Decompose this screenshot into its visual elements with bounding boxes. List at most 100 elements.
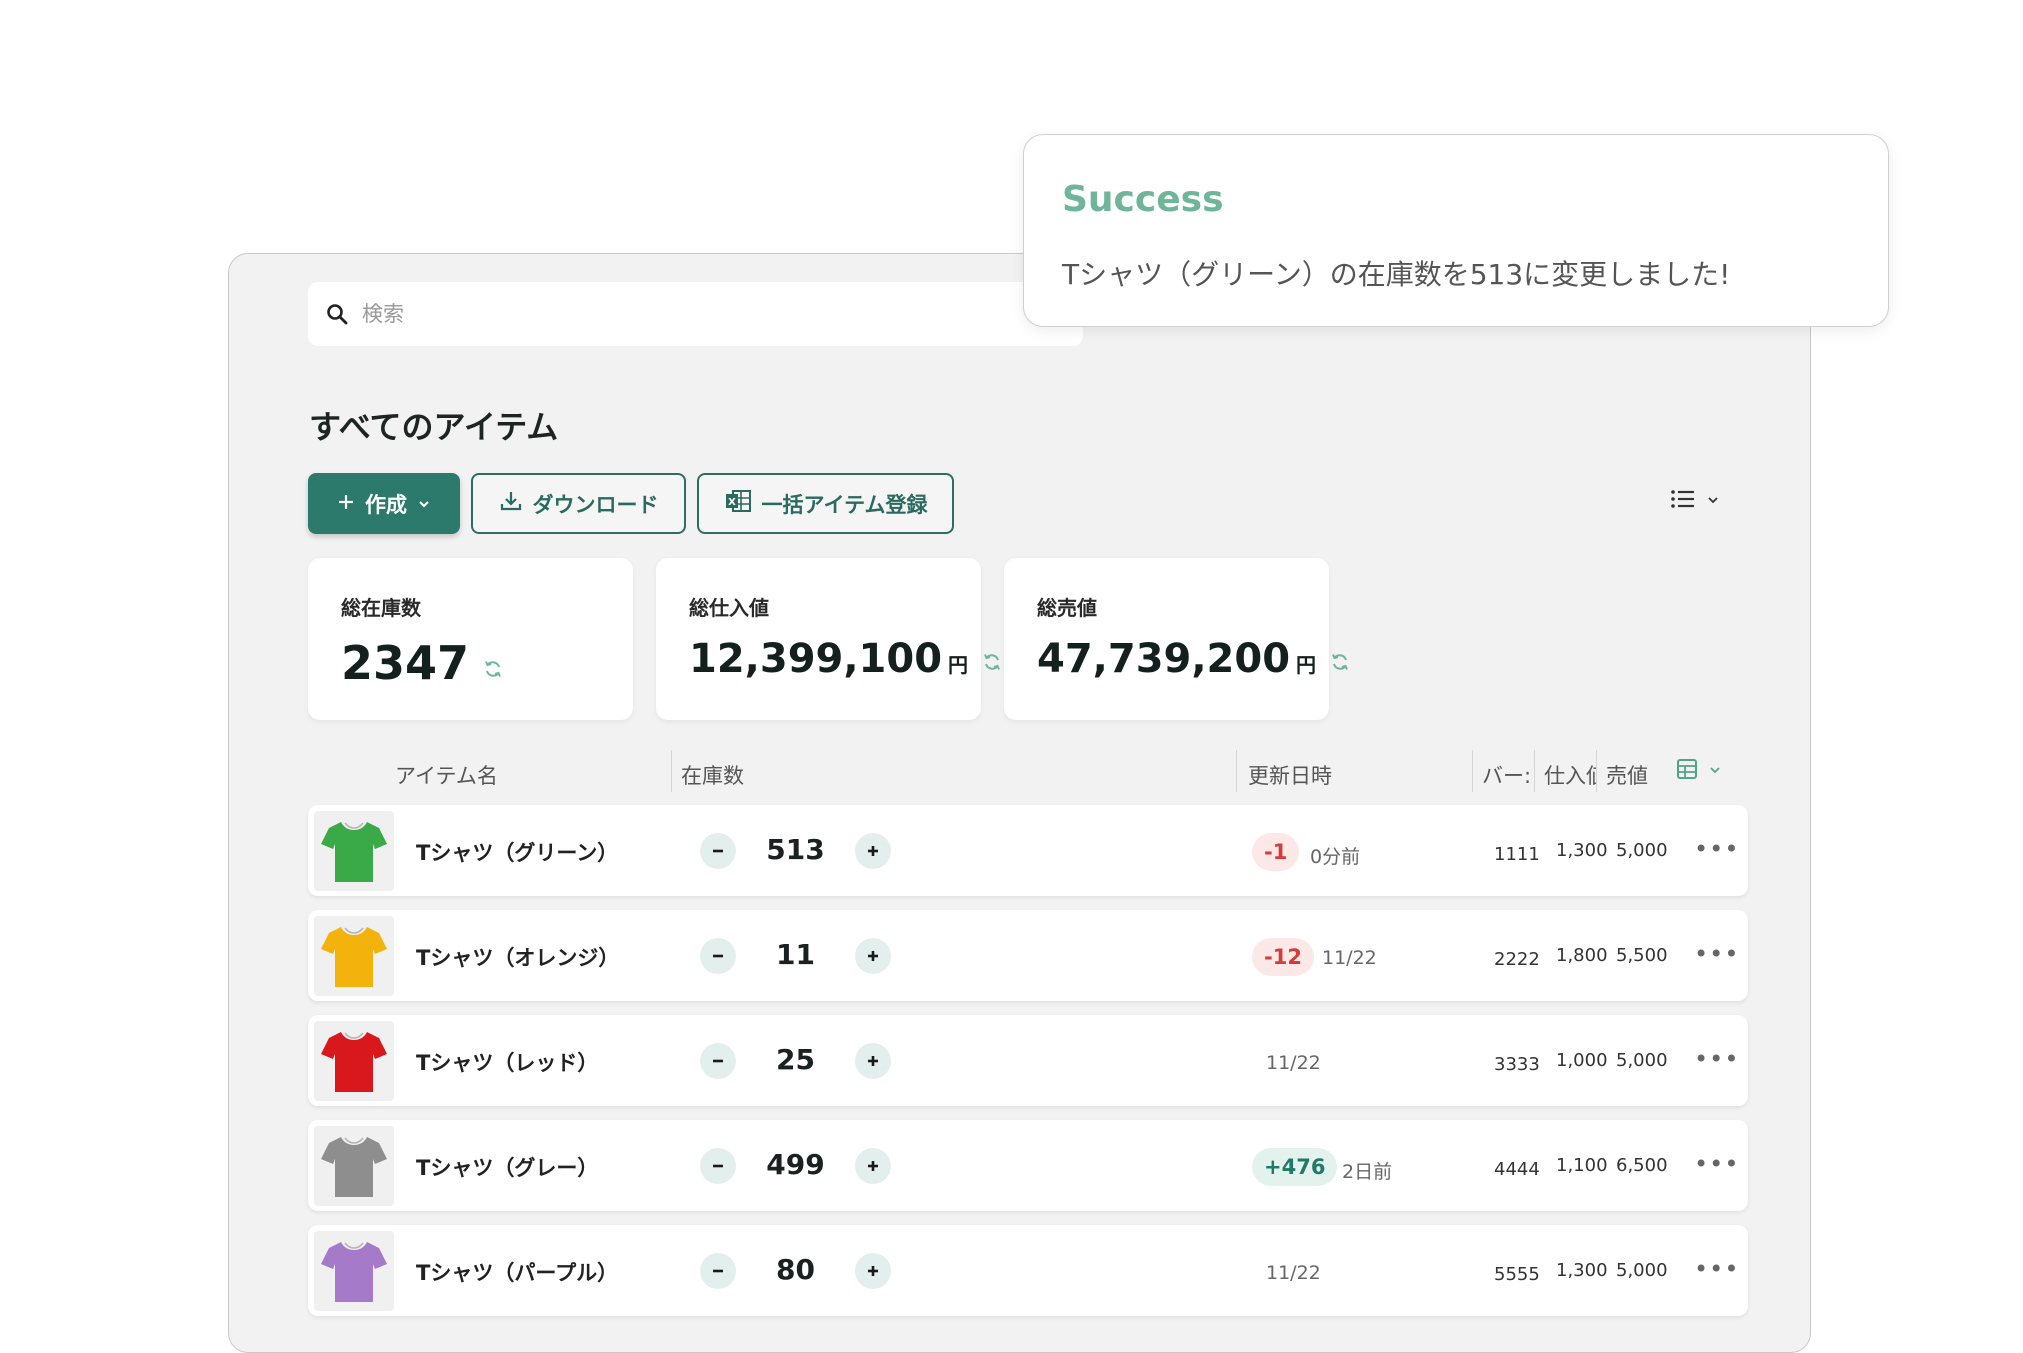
column-header-cost[interactable]: 仕入値 — [1544, 760, 1596, 790]
stock-change-badge: -1 — [1252, 833, 1300, 871]
bulk-register-label: 一括アイテム登録 — [761, 492, 928, 517]
increment-button[interactable] — [855, 1253, 891, 1289]
plus-icon — [868, 846, 878, 856]
item-image[interactable] — [314, 1231, 394, 1311]
updated-time: 0分前 — [1310, 846, 1361, 868]
table-row[interactable]: Tシャツ（オレンジ） 11 -12 11/22 2222 1,800 5,500 ••• — [308, 910, 1748, 1001]
stock-change-badge: -12 — [1252, 938, 1314, 976]
stock-quantity[interactable]: 499 — [738, 1148, 853, 1181]
item-name[interactable]: Tシャツ（レッド） — [416, 1047, 598, 1077]
summary-card-price: 総売値 47,739,200 円 — [1004, 558, 1348, 720]
item-image[interactable] — [314, 811, 394, 891]
item-name[interactable]: Tシャツ（オレンジ） — [416, 942, 619, 972]
column-divider — [1472, 750, 1473, 792]
cost-value: 1,300 — [1556, 1260, 1608, 1281]
price-value: 5,000 — [1616, 1260, 1668, 1281]
summary-label: 総在庫数 — [341, 596, 421, 620]
column-header-updated[interactable]: 更新日時 — [1248, 760, 1332, 790]
barcode-value: 5555 — [1494, 1264, 1540, 1285]
price-value: 5,000 — [1616, 1050, 1668, 1071]
stock-quantity[interactable]: 25 — [738, 1043, 853, 1076]
tshirt-icon — [321, 1242, 387, 1302]
more-icon[interactable]: ••• — [1694, 940, 1739, 968]
plus-icon — [337, 492, 355, 516]
summary-label: 総売値 — [1037, 596, 1097, 620]
summary-unit: 円 — [1296, 653, 1317, 677]
chevron-down-icon — [1708, 762, 1722, 781]
download-label: ダウンロード — [532, 492, 659, 517]
view-toggle[interactable] — [1670, 488, 1720, 514]
decrement-button[interactable] — [700, 833, 736, 869]
more-icon[interactable]: ••• — [1694, 1255, 1739, 1283]
tshirt-icon — [321, 1032, 387, 1092]
item-name[interactable]: Tシャツ（パープル） — [416, 1257, 618, 1287]
price-value: 5,000 — [1616, 840, 1668, 861]
barcode-value: 3333 — [1494, 1054, 1540, 1075]
column-header-barcode[interactable]: バー: — [1482, 760, 1532, 790]
stock-quantity[interactable]: 80 — [738, 1253, 853, 1286]
stock-quantity[interactable]: 11 — [738, 938, 853, 971]
table-row[interactable]: Tシャツ（レッド） 25 11/22 3333 1,000 5,000 ••• — [308, 1015, 1748, 1106]
increment-button[interactable] — [855, 833, 891, 869]
more-icon[interactable]: ••• — [1694, 1150, 1739, 1178]
column-divider — [1236, 750, 1237, 792]
updated-time: 11/22 — [1266, 1262, 1321, 1284]
decrement-button[interactable] — [700, 1043, 736, 1079]
table-row[interactable]: Tシャツ（グリーン） 513 -1 0分前 1111 1,300 5,000 ••• — [308, 805, 1748, 896]
table-row[interactable]: Tシャツ（グレー） 499 +476 2日前 4444 1,100 6,500 ••• — [308, 1120, 1748, 1211]
barcode-value: 1111 — [1494, 844, 1540, 865]
create-label: 作成 — [365, 492, 407, 517]
minus-icon — [713, 849, 723, 853]
toast-title: Success — [1062, 179, 1224, 220]
download-button[interactable]: ダウンロード — [471, 473, 686, 534]
item-image[interactable] — [314, 1126, 394, 1206]
columns-icon — [1676, 758, 1698, 784]
more-icon[interactable]: ••• — [1694, 1045, 1739, 1073]
decrement-button[interactable] — [700, 1148, 736, 1184]
increment-button[interactable] — [855, 938, 891, 974]
item-name[interactable]: Tシャツ（グリーン） — [416, 837, 618, 867]
minus-icon — [713, 1269, 723, 1273]
increment-button[interactable] — [855, 1043, 891, 1079]
decrement-button[interactable] — [700, 1253, 736, 1289]
svg-text:X: X — [728, 497, 736, 508]
barcode-value: 2222 — [1494, 949, 1540, 970]
create-button[interactable]: 作成 — [308, 473, 460, 534]
cost-value: 1,800 — [1556, 945, 1608, 966]
refresh-icon[interactable] — [1330, 636, 1350, 682]
updated-time: 11/22 — [1322, 947, 1377, 969]
item-name[interactable]: Tシャツ（グレー） — [416, 1152, 598, 1182]
stock-quantity[interactable]: 513 — [738, 833, 853, 866]
refresh-icon[interactable] — [483, 636, 503, 690]
cost-value: 1,000 — [1556, 1050, 1608, 1071]
plus-icon — [868, 1266, 878, 1276]
plus-icon — [868, 1056, 878, 1066]
bulk-register-button[interactable]: X 一括アイテム登録 — [697, 473, 954, 534]
cost-value: 1,300 — [1556, 840, 1608, 861]
column-header-price[interactable]: 売値 — [1606, 760, 1648, 790]
more-icon[interactable]: ••• — [1694, 835, 1739, 863]
column-header-name[interactable]: アイテム名 — [395, 760, 498, 790]
column-divider — [1596, 750, 1597, 792]
summary-label: 総仕入値 — [689, 596, 769, 620]
stock-change-badge: +476 — [1252, 1148, 1338, 1186]
decrement-button[interactable] — [700, 938, 736, 974]
table-row[interactable]: Tシャツ（パープル） 80 11/22 5555 1,300 5,000 ••• — [308, 1225, 1748, 1316]
increment-button[interactable] — [855, 1148, 891, 1184]
search-input[interactable] — [362, 302, 1042, 326]
price-value: 5,500 — [1616, 945, 1668, 966]
download-icon — [499, 489, 523, 518]
minus-icon — [713, 1164, 723, 1168]
column-settings[interactable] — [1676, 758, 1722, 784]
item-image[interactable] — [314, 1021, 394, 1101]
item-image[interactable] — [314, 916, 394, 996]
updated-time: 2日前 — [1342, 1161, 1393, 1183]
toast-message: Tシャツ（グリーン）の在庫数を513に変更しました! — [1062, 258, 1731, 291]
column-header-stock[interactable]: 在庫数 — [681, 760, 744, 790]
search-bar[interactable] — [308, 282, 1083, 346]
summary-value: 12,399,100 — [689, 636, 943, 682]
updated-time: 11/22 — [1266, 1052, 1321, 1074]
refresh-icon[interactable] — [982, 636, 1002, 682]
search-icon — [322, 299, 352, 329]
plus-icon — [868, 1161, 878, 1171]
